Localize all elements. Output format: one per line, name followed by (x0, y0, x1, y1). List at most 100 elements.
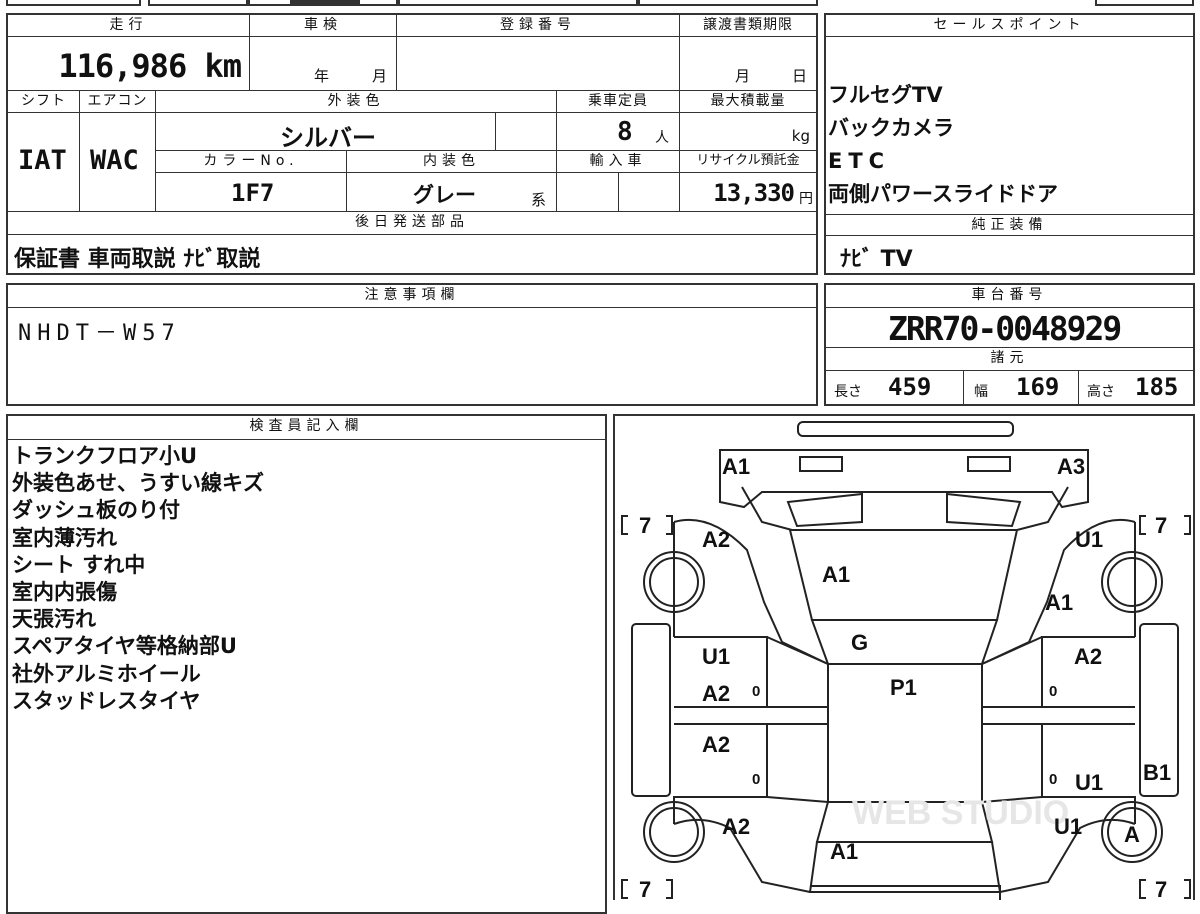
mark-rear-tire: A (1124, 822, 1140, 847)
max-load-label: 最大積載量 (680, 91, 816, 113)
mark-rear-center: A1 (830, 839, 858, 864)
mark-tire-rl: 7 (639, 877, 651, 900)
inspector-line: 室内内張傷 (12, 580, 117, 605)
sales-point-item: 両側パワースライドドア (828, 182, 1058, 206)
inspector-notes: トランクフロア小U 外装色あせ、うすい線キズ ダッシュ板のり付 室内薄汚れ シー… (12, 443, 264, 715)
chassis-number: ZRR70-0048929 (826, 308, 1193, 348)
spec-table: 走行 車検 登録番号 譲渡書類期限 116,986 km 年 月 月 日 シフト… (6, 13, 818, 275)
mark-tire-fl: 7 (639, 513, 651, 538)
import-label: 輸入車 (557, 151, 680, 173)
tire-front-right (1101, 551, 1163, 613)
max-load-value: kg (680, 113, 816, 151)
mark-tire-fr: 7 (1155, 513, 1167, 538)
notes-value: NHDT－W57 (18, 321, 181, 346)
shift-label: シフト (8, 91, 80, 113)
inspector-line: スタッドレスタイヤ (12, 688, 201, 713)
front-bumper (797, 421, 1014, 437)
mark-right-pillar: A1 (1045, 590, 1073, 615)
inspector-line: スペアタイヤ等格納部U (12, 634, 237, 659)
ext-color-value: シルバー (156, 113, 496, 152)
notes-label: 注意事項欄 (8, 285, 816, 308)
mark-right-side-rear: B1 (1143, 760, 1171, 785)
notes-box: 注意事項欄 NHDT－W57 (6, 283, 818, 406)
right-grille (946, 492, 1022, 528)
mark-right-door: A2 (1074, 644, 1102, 669)
mark-front-right: A3 (1057, 454, 1085, 479)
watermark: WEB STUDIO (852, 794, 1069, 832)
registration-value (397, 37, 680, 91)
mark-zero: 0 (1049, 771, 1057, 788)
inspector-line: トランクフロア小U (12, 444, 198, 468)
transfer-deadline-label: 譲渡書類期限 (680, 15, 816, 37)
mark-hood: A1 (822, 562, 850, 587)
sales-point-box: セールスポイント フルセグTV バックカメラ ETC 両側パワースライドドア 純… (824, 13, 1195, 275)
genuine-equipment-value: ﾅﾋﾞ TV (840, 247, 913, 272)
later-parts-value: 保証書 車両取説 ﾅﾋﾞ取説 (14, 247, 261, 272)
left-side-skirt (631, 623, 671, 797)
inspector-line: シート すれ中 (12, 552, 146, 577)
mileage-label: 走行 (8, 15, 250, 37)
damage-diagram: WEB STUDIO A1 A3 A2 U1 A1 A1 G P1 U1 A2 … (613, 414, 1195, 900)
ac-value: WAC (80, 113, 156, 212)
mark-front-left: A1 (722, 454, 750, 479)
inspector-box: 検査員記入欄 トランクフロア小U 外装色あせ、うすい線キズ ダッシュ板のり付 室… (6, 414, 607, 914)
spec-label: 諸元 (826, 348, 1193, 371)
mark-right-rear-door: U1 (1075, 770, 1103, 795)
later-parts-label: 後日発送部品 (8, 212, 816, 235)
int-color-label: 内装色 (347, 151, 557, 173)
chassis-box: 車台番号 ZRR70-0048929 諸元 長さ 459 幅 169 高さ 18… (824, 283, 1195, 406)
shaken-label: 車検 (250, 15, 397, 37)
mark-fl-fender: A2 (702, 527, 730, 552)
mark-zero: 0 (752, 683, 760, 700)
length-cell: 長さ 459 (826, 371, 964, 404)
mark-zero: 0 (752, 771, 760, 788)
shaken-value: 年 月 (250, 37, 397, 91)
top-edge-strip (0, 0, 1200, 8)
mark-left-door-u: U1 (702, 644, 730, 669)
int-color-value: グレー 系 (347, 173, 557, 212)
mark-zero: 0 (1049, 683, 1057, 700)
sales-point-item: フルセグTV (828, 83, 943, 107)
inspector-line: 天張汚れ (12, 607, 96, 632)
import-value (557, 173, 619, 212)
inspector-line: 室内薄汚れ (12, 525, 117, 550)
mark-windshield: G (851, 630, 868, 655)
inspector-line: 社外アルミホイール (12, 661, 201, 686)
inspector-line: 外装色あせ、うすい線キズ (12, 471, 264, 496)
mark-rear-right: U1 (1054, 814, 1082, 839)
car-outline-svg: WEB STUDIO A1 A3 A2 U1 A1 A1 G P1 U1 A2 … (621, 421, 1191, 900)
front-panel (719, 449, 1089, 509)
mark-left-rear-door: A2 (702, 732, 730, 757)
sales-point-label: セールスポイント (826, 15, 1193, 37)
width-cell: 幅 169 (964, 371, 1079, 404)
sales-point-list: フルセグTV バックカメラ ETC 両側パワースライドドア (828, 79, 1058, 211)
sales-point-item: バックカメラ (828, 116, 954, 140)
capacity-value: 8 人 (557, 113, 680, 151)
color-no-value: 1F7 (156, 173, 347, 212)
left-grille (786, 492, 863, 528)
shift-value: IAT (8, 113, 80, 212)
mileage-value: 116,986 km (8, 37, 250, 91)
mark-tire-rr: 7 (1155, 877, 1167, 900)
capacity-label: 乗車定員 (557, 91, 680, 113)
transfer-deadline-value: 月 日 (680, 37, 816, 91)
recycle-label: リサイクル預託金 (680, 151, 816, 173)
ac-label: エアコン (80, 91, 156, 113)
recycle-value: 13,330 円 (680, 173, 816, 212)
color-no-label: カラーNo. (156, 151, 347, 173)
registration-label: 登録番号 (397, 15, 680, 37)
sales-point-item: ETC (828, 149, 891, 173)
height-cell: 高さ 185 (1087, 373, 1179, 401)
ext-color-label: 外装色 (156, 91, 557, 113)
left-headlight (799, 456, 843, 472)
mark-roof: P1 (890, 675, 917, 700)
inspector-label: 検査員記入欄 (8, 416, 605, 440)
genuine-equipment-label: 純正装備 (826, 214, 1193, 236)
chassis-label: 車台番号 (826, 285, 1193, 308)
inspector-line: ダッシュ板のり付 (12, 498, 180, 523)
mark-fr-fender: U1 (1075, 527, 1103, 552)
mark-rear-left: A2 (722, 814, 750, 839)
windshield (810, 619, 999, 665)
mark-left-door-a2: A2 (702, 681, 730, 706)
right-headlight (967, 456, 1011, 472)
